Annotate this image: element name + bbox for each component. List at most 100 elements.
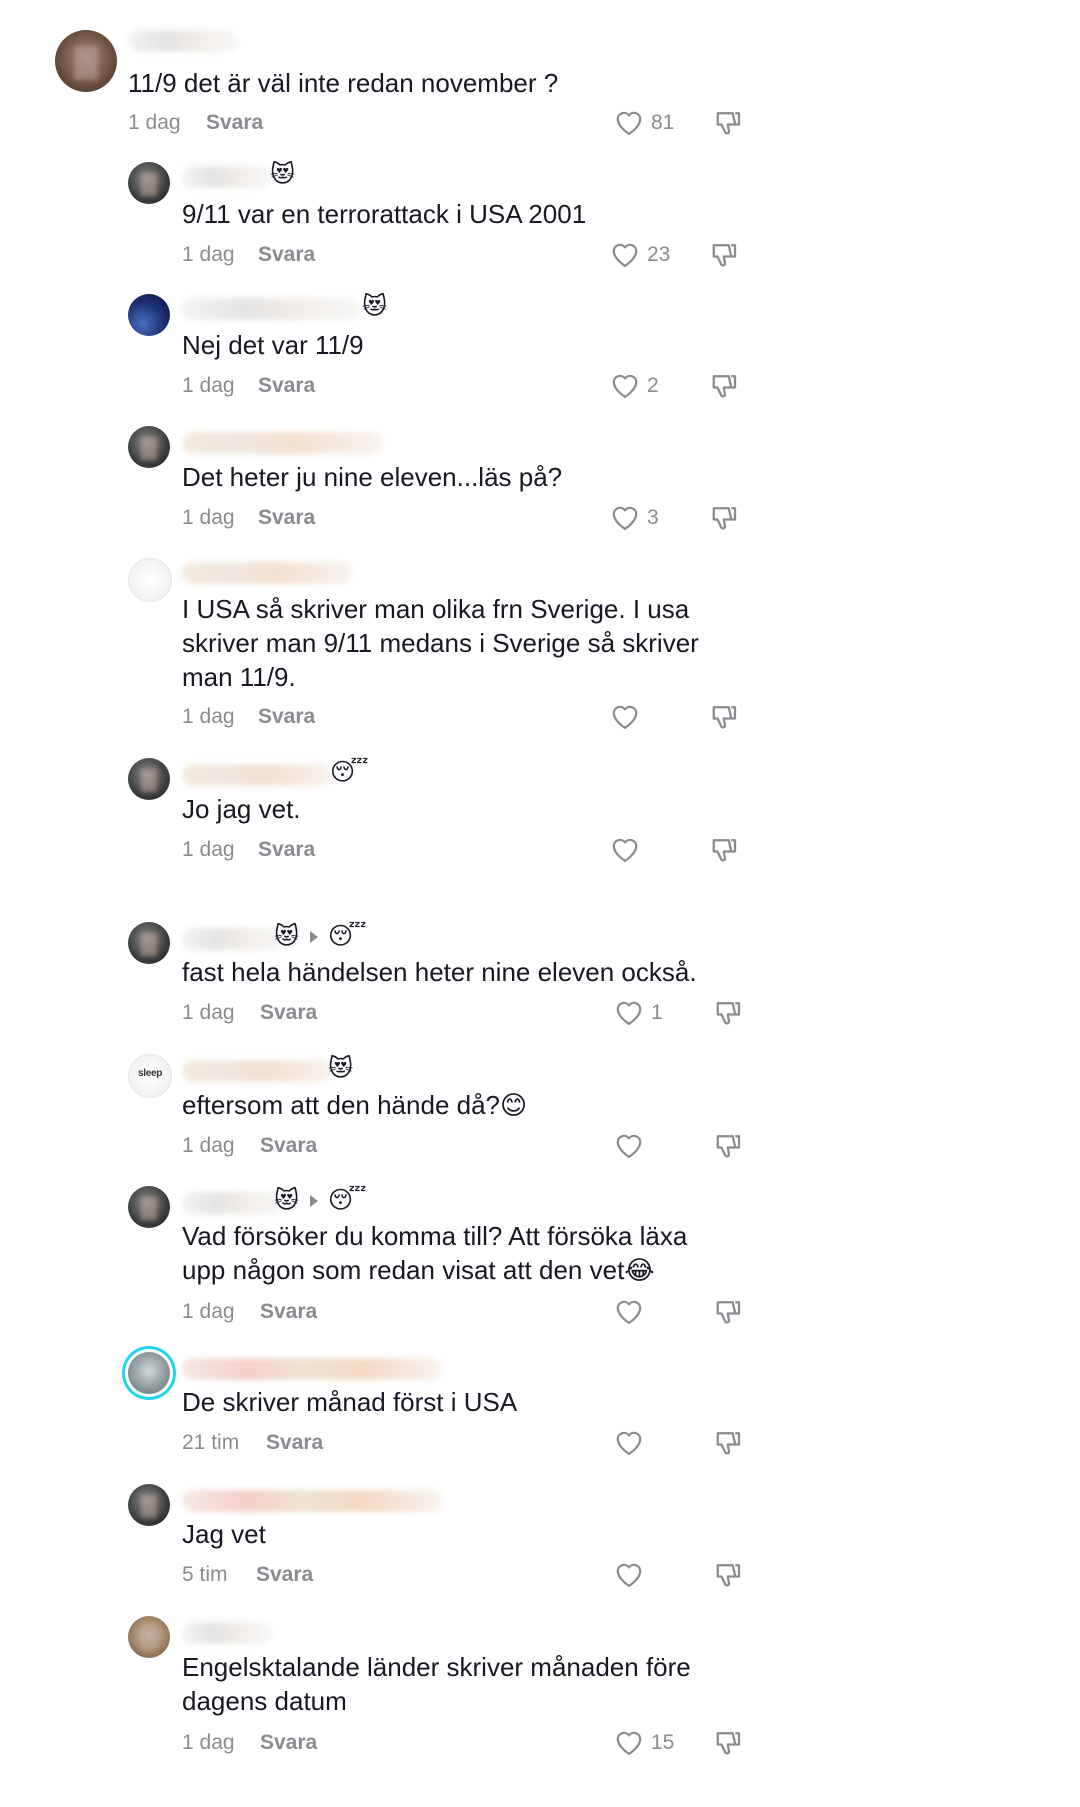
commenter-avatar[interactable] — [128, 1616, 170, 1658]
reply-button[interactable]: Svara — [258, 838, 315, 862]
reply-button[interactable]: Svara — [260, 1731, 317, 1755]
commenter-name-blurred[interactable] — [182, 1060, 332, 1082]
heart-icon[interactable] — [610, 371, 640, 399]
heart-icon[interactable] — [614, 108, 644, 136]
heart-icon[interactable] — [610, 835, 640, 863]
comment-text: eftersom att den hände då?😊 — [182, 1090, 528, 1120]
commenter-name-blurred[interactable] — [128, 30, 238, 52]
comment-text: Jo jag vet. — [182, 794, 301, 824]
comment-time: 1 dag — [182, 506, 235, 529]
commenter-avatar[interactable] — [128, 758, 170, 800]
dislike-icon[interactable] — [710, 502, 740, 532]
heart-eyes-cat-emoji: 😻 — [362, 293, 388, 320]
heart-eyes-cat-emoji: 😻 — [328, 1055, 354, 1082]
heart-icon[interactable] — [610, 702, 640, 730]
reply-to-arrow-icon — [310, 1195, 318, 1207]
heart-eyes-cat-emoji: 😻 — [274, 1187, 300, 1214]
heart-eyes-cat-emoji: 😻 — [274, 923, 300, 950]
reply-button[interactable]: Svara — [258, 374, 315, 398]
heart-icon[interactable] — [614, 1728, 644, 1756]
dislike-icon[interactable] — [710, 701, 740, 731]
reply-button[interactable]: Svara — [258, 705, 315, 729]
commenter-name-blurred[interactable] — [182, 562, 352, 584]
sleeping-face-emoji: 😴 — [330, 759, 369, 786]
commenter-name-blurred[interactable] — [182, 1358, 442, 1380]
reply-button[interactable]: Svara — [260, 1134, 317, 1158]
comment-time: 1 dag — [128, 111, 181, 134]
commenter-avatar[interactable] — [128, 922, 170, 964]
reply-button[interactable]: Svara — [258, 243, 315, 267]
comment-time: 1 dag — [182, 1134, 235, 1157]
commenter-name-blurred[interactable] — [182, 1622, 272, 1644]
comment-time: 5 tim — [182, 1563, 228, 1586]
reply-button[interactable]: Svara — [206, 111, 263, 135]
comment-time: 1 dag — [182, 1300, 235, 1323]
commenter-avatar[interactable] — [128, 294, 170, 336]
commenter-avatar[interactable]: sleep — [128, 1054, 172, 1098]
dislike-icon[interactable] — [710, 370, 740, 400]
reply-button[interactable]: Svara — [260, 1300, 317, 1324]
like-count: 3 — [647, 506, 659, 529]
like-count: 15 — [651, 1731, 675, 1754]
reply-to-arrow-icon — [310, 931, 318, 943]
dislike-icon[interactable] — [710, 239, 740, 269]
comment-text: Vad försöker du komma till? Att försöka … — [182, 1221, 688, 1285]
comment-time: 21 tim — [182, 1431, 240, 1454]
dislike-icon[interactable] — [714, 1296, 744, 1326]
commenter-name-blurred[interactable] — [182, 298, 362, 320]
commenter-name-blurred[interactable] — [182, 1490, 442, 1512]
comment-text: 9/11 var en terrorattack i USA 2001 — [182, 199, 587, 229]
dislike-icon[interactable] — [714, 107, 744, 137]
comment-text: 11/9 det är väl inte redan november ? — [128, 68, 559, 98]
commenter-avatar[interactable] — [128, 426, 170, 468]
heart-eyes-cat-emoji: 😻 — [270, 161, 296, 188]
heart-icon[interactable] — [614, 1560, 644, 1588]
comment-time: 1 dag — [182, 705, 235, 728]
commenter-name-blurred[interactable] — [182, 764, 332, 786]
heart-icon[interactable] — [610, 240, 640, 268]
reply-button[interactable]: Svara — [256, 1563, 313, 1587]
commenter-name-blurred[interactable] — [182, 1192, 282, 1214]
heart-icon[interactable] — [614, 1297, 644, 1325]
comment-text: Det heter ju nine eleven...läs på? — [182, 462, 563, 492]
comment-text: Engelsktalande länder skriver månaden fö… — [182, 1652, 691, 1716]
dislike-icon[interactable] — [714, 1727, 744, 1757]
comment-text: I USA så skriver man olika frn Sverige. … — [182, 594, 699, 692]
heart-icon[interactable] — [614, 998, 644, 1026]
commenter-avatar[interactable] — [128, 1352, 170, 1394]
reply-button[interactable]: Svara — [258, 506, 315, 530]
dislike-icon[interactable] — [714, 997, 744, 1027]
sleeping-face-emoji: 😴 — [328, 923, 367, 950]
reply-button[interactable]: Svara — [260, 1001, 317, 1025]
comment-time: 1 dag — [182, 374, 235, 397]
like-count: 23 — [647, 243, 671, 266]
commenter-avatar[interactable] — [128, 1186, 170, 1228]
commenter-avatar[interactable] — [128, 1484, 170, 1526]
comment-time: 1 dag — [182, 1731, 235, 1754]
dislike-icon[interactable] — [714, 1427, 744, 1457]
heart-icon[interactable] — [610, 503, 640, 531]
reply-button[interactable]: Svara — [266, 1431, 323, 1455]
comment-time: 1 dag — [182, 1001, 235, 1024]
comments-screen: { "comments": [ {"text": "11/9 det är vä… — [0, 0, 1080, 1807]
commenter-avatar[interactable] — [128, 558, 172, 602]
heart-icon[interactable] — [614, 1131, 644, 1159]
dislike-icon[interactable] — [710, 834, 740, 864]
commenter-name-blurred[interactable] — [182, 432, 382, 454]
like-count: 2 — [647, 374, 659, 397]
commenter-avatar[interactable] — [128, 162, 170, 204]
comment-text: Nej det var 11/9 — [182, 330, 364, 360]
like-count: 1 — [651, 1001, 663, 1024]
comment-text: Jag vet — [182, 1519, 266, 1549]
dislike-icon[interactable] — [714, 1559, 744, 1589]
avatar-text: sleep — [137, 1068, 163, 1079]
like-count: 81 — [651, 111, 675, 134]
commenter-avatar[interactable] — [55, 30, 117, 92]
commenter-name-blurred[interactable] — [182, 928, 282, 950]
comment-time: 1 dag — [182, 243, 235, 266]
heart-icon[interactable] — [614, 1428, 644, 1456]
comment-time: 1 dag — [182, 838, 235, 861]
comment-text: De skriver månad först i USA — [182, 1387, 518, 1417]
dislike-icon[interactable] — [714, 1130, 744, 1160]
commenter-name-blurred[interactable] — [182, 166, 272, 188]
